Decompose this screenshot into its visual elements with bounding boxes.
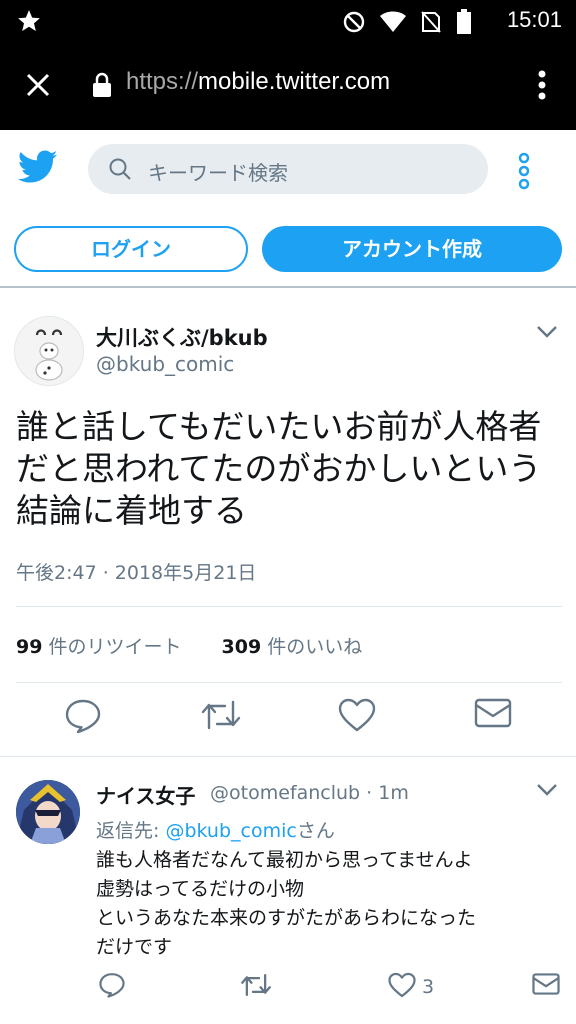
reply-text-line: 虚勢はってるだけの小物 <box>96 878 305 900</box>
battery-icon <box>456 9 472 39</box>
divider <box>16 682 562 683</box>
envelope-icon[interactable] <box>474 698 512 732</box>
twitter-bird-icon[interactable] <box>17 150 58 188</box>
retweet-icon[interactable] <box>240 972 272 1002</box>
divider <box>0 286 576 288</box>
reply-text-line: だけです <box>96 936 173 958</box>
reply-like-count: 3 <box>422 976 435 998</box>
likes-count: 309 <box>221 636 262 658</box>
tweet-text: 誰と話してもだいたいお前が人格者 だと思われてたのがおかしいという 結論に着地す… <box>16 406 562 532</box>
reply-to-prefix: 返信先: <box>96 820 166 842</box>
reply-icon[interactable] <box>98 972 126 1002</box>
heart-icon[interactable] <box>388 972 416 1002</box>
reply-author-name[interactable]: ナイス女子 <box>96 780 195 809</box>
reply-icon[interactable] <box>64 698 102 738</box>
author-handle[interactable]: @bkub_comic <box>96 352 234 376</box>
browser-toolbar: https://mobile.twitter.com <box>0 42 576 130</box>
more-options-icon[interactable] <box>517 152 531 194</box>
tweet-text-line: 誰と話してもだいたいお前が人格者 <box>16 407 542 446</box>
reply-tweet[interactable]: ナイス女子 @otomefanclub · 1m 返信先: @bkub_comi… <box>0 758 576 1024</box>
reply-text: 誰も人格者だなんて最初から思ってませんよ 虚勢はってるだけの小物 というあなた本… <box>96 846 556 962</box>
do-not-disturb-icon <box>342 10 366 38</box>
url-text[interactable]: https://mobile.twitter.com <box>126 68 390 96</box>
divider <box>16 606 562 607</box>
author-name[interactable]: 大川ぶくぶ/bkub <box>96 322 268 352</box>
reply-meta: @otomefanclub · 1m <box>210 782 409 804</box>
likes-label: 件のいいね <box>267 636 363 658</box>
avatar[interactable] <box>14 316 84 386</box>
url-protocol: https:// <box>126 68 199 95</box>
reply-text-line: 誰も人格者だなんて最初から思ってませんよ <box>96 849 473 871</box>
heart-icon[interactable] <box>338 698 376 736</box>
avatar[interactable] <box>16 780 80 844</box>
auth-buttons: ログイン アカウント作成 <box>0 224 576 274</box>
reply-author-handle[interactable]: @otomefanclub <box>210 782 360 804</box>
divider <box>0 756 576 757</box>
search-placeholder: キーワード検索 <box>148 161 288 185</box>
more-vert-icon[interactable] <box>538 70 546 104</box>
tweet-actions <box>0 698 576 738</box>
reply-time: · 1m <box>360 782 409 804</box>
reply-to-line: 返信先: @bkub_comicさん <box>96 816 335 843</box>
reply-to-mention[interactable]: @bkub_comic <box>165 820 296 842</box>
star-icon <box>16 8 42 38</box>
retweet-icon[interactable] <box>200 698 242 736</box>
no-signal-icon <box>420 10 442 38</box>
tweet-timestamp[interactable]: 午後2:47 · 2018年5月21日 <box>16 558 256 585</box>
reply-to-suffix: さん <box>296 820 335 842</box>
search-icon <box>108 157 132 185</box>
chevron-down-icon[interactable] <box>536 324 558 343</box>
url-host: mobile.twitter.com <box>198 68 391 95</box>
status-icons <box>342 9 472 39</box>
search-input[interactable]: キーワード検索 <box>88 144 488 194</box>
signup-button[interactable]: アカウント作成 <box>262 226 562 272</box>
chevron-down-icon[interactable] <box>536 782 558 801</box>
envelope-icon[interactable] <box>532 972 560 1000</box>
login-button[interactable]: ログイン <box>14 226 248 272</box>
tweet-text-line: 結論に着地する <box>16 491 247 530</box>
close-icon[interactable] <box>26 73 50 101</box>
status-time: 15:01 <box>506 7 562 32</box>
likes-stat[interactable]: 309 件のいいね <box>222 636 363 658</box>
twitter-header: キーワード検索 <box>0 130 576 208</box>
retweets-label: 件のリツイート <box>48 636 182 658</box>
status-bar: 15:01 <box>0 0 576 42</box>
retweets-stat[interactable]: 99 件のリツイート <box>16 636 182 658</box>
retweets-count: 99 <box>16 636 43 658</box>
tweet-text-line: だと思われてたのがおかしいという <box>16 449 542 488</box>
lock-icon <box>92 72 112 102</box>
reply-text-line: というあなた本来のすがたがあらわになった <box>96 907 477 929</box>
wifi-icon <box>380 11 406 37</box>
tweet-stats: 99 件のリツイート 309 件のいいね <box>16 632 362 659</box>
reply-actions <box>0 972 576 1008</box>
